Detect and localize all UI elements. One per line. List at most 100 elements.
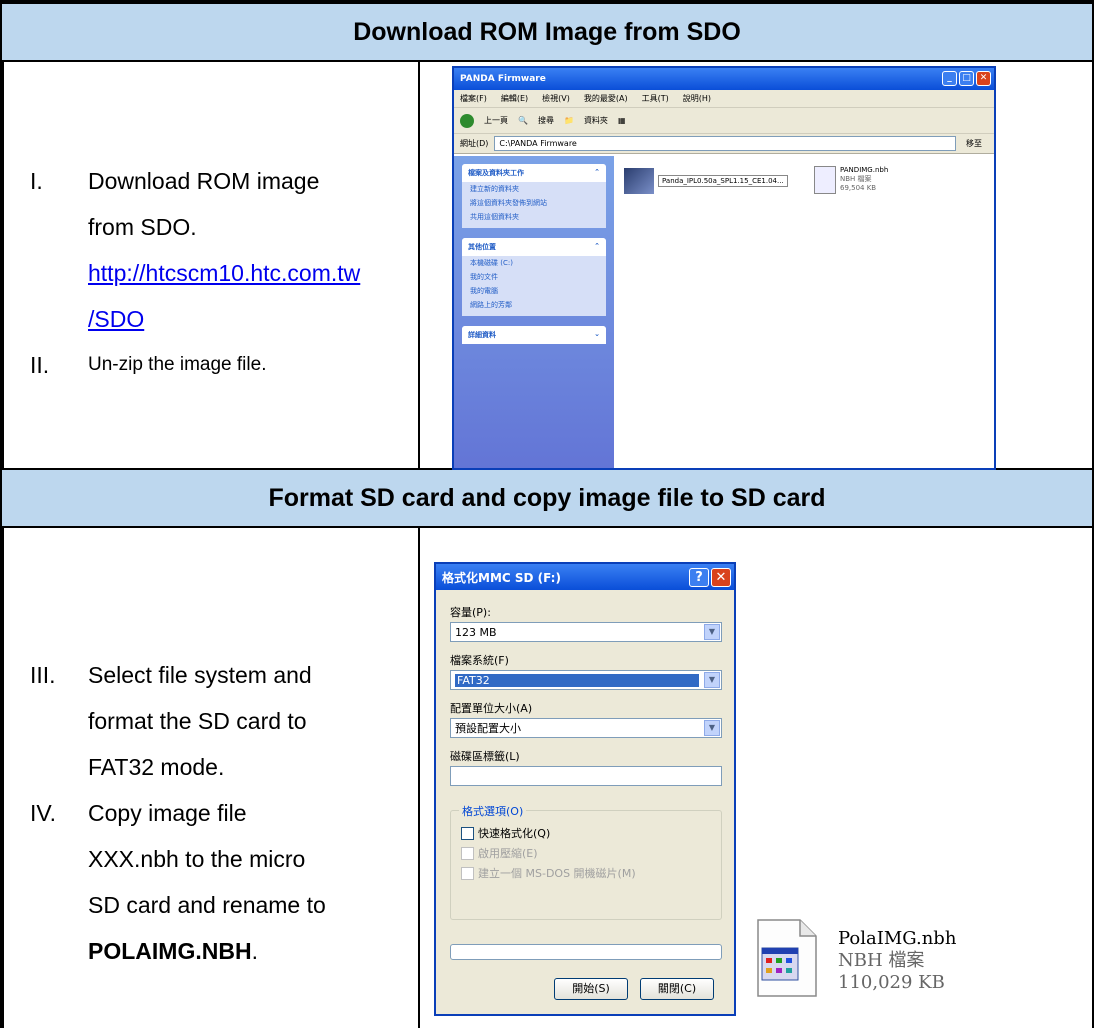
place-item[interactable]: 網路上的芳鄰 (462, 298, 606, 316)
filesystem-select[interactable]: FAT32 ▼ (450, 670, 722, 690)
maximize-icon[interactable]: □ (959, 71, 974, 86)
back-arrow-icon[interactable] (460, 113, 474, 128)
panel-title: 詳細資料 (468, 331, 496, 339)
menu-favorites[interactable]: 我的最愛(A) (584, 93, 628, 104)
collapse-icon[interactable]: ⌃ (594, 242, 600, 252)
document-table: Download ROM Image from SDO Format SD ca… (0, 0, 1094, 1028)
checkbox-label: 啟用壓縮(E) (478, 847, 538, 860)
other-places-panel: 其他位置 ⌃ 本機磁碟 (C:) 我的文件 我的電腦 網路上的芳鄰 (462, 238, 606, 316)
file-icon-label: PolaIMG.nbh NBH 檔案 110,029 KB (838, 928, 956, 994)
expand-icon[interactable]: ⌄ (594, 330, 600, 340)
file-icon-size: 110,029 KB (838, 972, 945, 993)
checkbox-icon (461, 846, 474, 860)
panel-title: 檔案及資料夾工作 (468, 169, 524, 177)
file-tasks-panel: 檔案及資料夾工作 ⌃ 建立新的資料夾 將這個資料夾發佈到網站 共用這個資料夾 (462, 164, 606, 228)
explorer-title: PANDA Firmware (460, 74, 546, 84)
search-button[interactable]: 搜尋 (538, 115, 554, 126)
step-text: FAT32 mode. (88, 754, 225, 780)
menu-view[interactable]: 檢視(V) (542, 93, 570, 104)
sdo-link[interactable]: http://htcscm10.htc.com.tw (88, 250, 360, 296)
step-number: III. (30, 662, 56, 688)
explorer-menu-bar: 檔案(F) 編輯(E) 檢視(V) 我的最愛(A) 工具(T) 說明(H) (454, 90, 994, 108)
step-1: I. Download ROM image from SDO. http://h… (30, 158, 360, 342)
back-button[interactable]: 上一頁 (484, 115, 508, 126)
capacity-select[interactable]: 123 MB ▼ (450, 622, 722, 642)
folders-button[interactable]: 資料夾 (584, 115, 608, 126)
explorer-toolbar: 上一頁 🔍 搜尋 📁 資料夾 ▦ (454, 108, 994, 134)
checkbox-icon (461, 866, 474, 880)
allocation-select[interactable]: 預設配置大小 ▼ (450, 718, 722, 738)
filesystem-label: 檔案系統(F) (450, 654, 509, 667)
panel-header[interactable]: 其他位置 ⌃ (462, 238, 606, 256)
step-text: Select file system and (88, 662, 312, 688)
menu-help[interactable]: 說明(H) (683, 93, 711, 104)
start-button[interactable]: 開始(S) (554, 978, 628, 1000)
menu-edit[interactable]: 編輯(E) (501, 93, 528, 104)
chevron-down-icon[interactable]: ▼ (704, 720, 720, 736)
allocation-label: 配置單位大小(A) (450, 702, 533, 715)
column-divider-2 (418, 528, 420, 1028)
details-panel: 詳細資料 ⌄ (462, 326, 606, 344)
task-item[interactable]: 將這個資料夾發佈到網站 (462, 196, 606, 210)
image-file-icon (624, 168, 654, 194)
close-icon[interactable]: ✕ (976, 71, 991, 86)
download-steps: I. Download ROM image from SDO. http://h… (30, 158, 360, 388)
place-item[interactable]: 本機磁碟 (C:) (462, 256, 606, 270)
task-item[interactable]: 建立新的資料夾 (462, 182, 606, 196)
quick-format-checkbox[interactable]: 快速格式化(Q) (461, 825, 550, 841)
step-2: II. Un-zip the image file. (30, 342, 360, 388)
explorer-title-bar: PANDA Firmware _ □ ✕ (454, 68, 994, 90)
panel-header[interactable]: 詳細資料 ⌄ (462, 326, 606, 344)
help-icon[interactable]: ? (689, 568, 709, 587)
file-name: Panda_IPL0.50a_SPL1.15_CE1.04... (658, 175, 788, 187)
step-3: III. Select file system and format the S… (30, 652, 326, 790)
nbh-file-icon (814, 166, 836, 194)
period: . (251, 938, 258, 964)
step-number: II. (30, 352, 50, 378)
capacity-label: 容量(P): (450, 606, 491, 619)
collapse-icon[interactable]: ⌃ (594, 168, 600, 178)
chevron-down-icon[interactable]: ▼ (704, 672, 720, 688)
file-item[interactable]: PANDIMG.nbh NBH 檔案 69,504 KB (814, 166, 888, 194)
filesystem-value: FAT32 (455, 673, 699, 687)
chevron-down-icon[interactable]: ▼ (704, 624, 720, 640)
go-button[interactable]: 移至 (966, 138, 994, 149)
section-header-download: Download ROM Image from SDO (0, 0, 1094, 62)
format-dialog-screenshot: 格式化MMC SD (F:) ? ✕ 容量(P): 123 MB ▼ 檔案系統(… (434, 562, 736, 1016)
step-text: Download ROM image (88, 168, 320, 194)
file-item[interactable]: Panda_IPL0.50a_SPL1.15_CE1.04... (624, 168, 788, 194)
address-field[interactable]: C:\PANDA Firmware (494, 136, 956, 151)
nbh-file-icon[interactable] (752, 918, 822, 998)
file-type: NBH 檔案 (840, 175, 872, 183)
step-text: XXX.nbh to the micro (88, 846, 306, 872)
close-button[interactable]: 關閉(C) (640, 978, 714, 1000)
step-number: I. (30, 168, 43, 194)
file-size: 69,504 KB (840, 184, 877, 192)
address-bar: 網址(D) C:\PANDA Firmware 移至 (454, 134, 994, 154)
panel-header[interactable]: 檔案及資料夾工作 ⌃ (462, 164, 606, 182)
file-list: Panda_IPL0.50a_SPL1.15_CE1.04... PANDIMG… (614, 156, 994, 468)
sdo-link-continued[interactable]: /SDO (88, 296, 360, 342)
menu-file[interactable]: 檔案(F) (460, 93, 487, 104)
step-4: IV. Copy image file XXX.nbh to the micro… (30, 790, 326, 974)
step-text: Copy image file (88, 800, 247, 826)
options-title: 格式選項(O) (459, 803, 527, 819)
task-item[interactable]: 共用這個資料夾 (462, 210, 606, 228)
volume-label-input[interactable] (450, 766, 722, 786)
capacity-value: 123 MB (455, 625, 497, 639)
file-icon-type: NBH 檔案 (838, 950, 925, 971)
place-item[interactable]: 我的電腦 (462, 284, 606, 298)
place-item[interactable]: 我的文件 (462, 270, 606, 284)
search-icon[interactable]: 🔍 (518, 116, 528, 125)
close-icon[interactable]: ✕ (711, 568, 731, 587)
views-icon[interactable]: ▦ (618, 116, 626, 125)
step-text: format the SD card to (88, 708, 307, 734)
format-steps: III. Select file system and format the S… (30, 652, 326, 974)
checkbox-label: 建立一個 MS-DOS 開機磁片(M) (478, 867, 636, 880)
minimize-icon[interactable]: _ (942, 71, 957, 86)
menu-tools[interactable]: 工具(T) (642, 93, 669, 104)
checkbox-icon[interactable] (461, 826, 474, 840)
folder-icon[interactable]: 📁 (564, 116, 574, 125)
volume-label-label: 磁碟區標籤(L) (450, 750, 520, 763)
column-divider-1 (418, 62, 420, 468)
